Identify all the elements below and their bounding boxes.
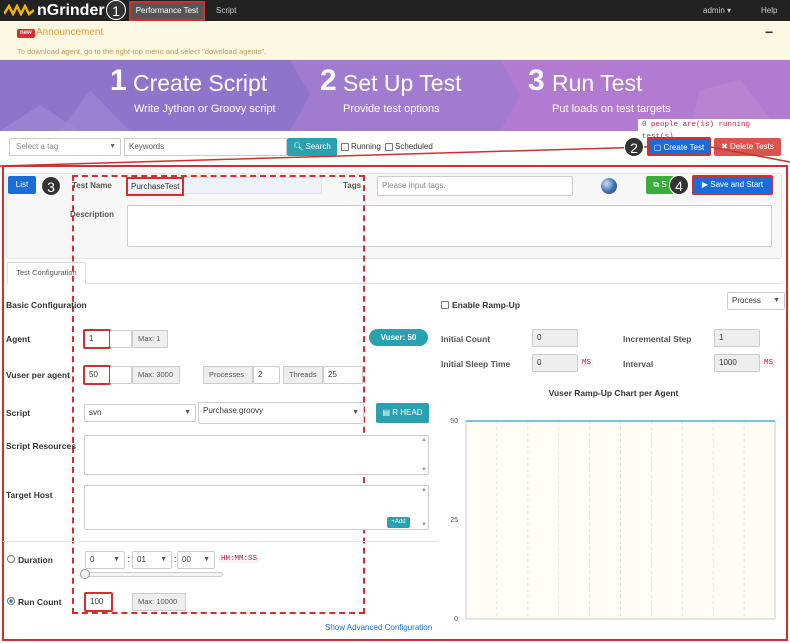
vuser-input-fill <box>110 366 132 384</box>
scroll-down-icon[interactable]: ▼ <box>421 522 427 528</box>
tags-input[interactable]: Please input tags. <box>377 176 573 196</box>
run-count-input[interactable]: 100 <box>84 592 113 612</box>
initial-count-input[interactable]: 0 <box>532 329 578 347</box>
initial-count-label: Initial Count <box>441 334 491 344</box>
script-file-value: Purchase.groovy <box>203 406 264 415</box>
chevron-down-icon: ▼ <box>773 297 780 304</box>
annotation-marker-2: 2 <box>624 137 644 157</box>
list-button[interactable]: List <box>8 176 36 194</box>
save-and-start-label: Save and Start <box>710 180 764 189</box>
r-head-label: R HEAD <box>392 408 423 417</box>
interval-unit: MS <box>762 359 776 367</box>
highlight-dashed-region <box>72 175 365 614</box>
script-resources-label: Script Resources <box>6 441 76 451</box>
vuser-per-agent-label: Vuser per agent <box>6 370 70 380</box>
initial-sleep-label: Initial Sleep Time <box>441 359 511 369</box>
rampup-mode-select[interactable]: Process ▼ <box>727 292 785 310</box>
scroll-down-icon[interactable]: ▼ <box>421 467 427 473</box>
r-head-button[interactable]: ▤ R HEAD <box>376 403 429 423</box>
scroll-up-icon[interactable]: ▲ <box>421 487 427 493</box>
duration-minutes-value: 01 <box>137 555 146 564</box>
basic-config-title: Basic Configuration <box>6 300 87 310</box>
chart-y-tick-label: 25 <box>450 517 458 524</box>
save-and-start-button[interactable]: ▶ Save and Start <box>692 175 773 195</box>
threads-input[interactable]: 25 <box>323 366 363 384</box>
threads-label: Threads <box>283 366 323 384</box>
save-schedule-label: S <box>661 180 667 189</box>
interval-label: Interval <box>623 359 654 369</box>
duration-hours-select[interactable]: 0 ▼ <box>85 551 125 569</box>
script-label: Script <box>6 408 31 418</box>
status-ball-icon <box>601 178 617 194</box>
duration-format-hint: HH:MM:SS <box>219 555 260 563</box>
chevron-down-icon: ▼ <box>113 556 120 563</box>
target-host-textarea[interactable]: ▲ ▼ <box>84 485 429 530</box>
play-icon: ▶ <box>701 180 708 189</box>
agent-input[interactable]: 1 <box>83 329 111 349</box>
processes-label: Processes <box>203 366 253 384</box>
script-file-select[interactable]: Purchase.groovy ▼ <box>198 402 364 424</box>
annotation-marker-3: 3 <box>41 176 61 196</box>
initial-sleep-input[interactable]: 0 <box>532 354 578 372</box>
vuser-input[interactable]: 50 <box>83 365 111 385</box>
agent-label: Agent <box>6 334 31 344</box>
duration-label: Duration <box>18 555 53 565</box>
chevron-down-icon: ▼ <box>352 409 359 416</box>
scroll-up-icon[interactable]: ▲ <box>421 437 427 443</box>
agent-input-fill <box>110 330 132 348</box>
run-count-radio[interactable] <box>7 597 15 605</box>
script-resources-textarea[interactable]: ▲ ▼ <box>84 435 429 475</box>
run-count-label: Run Count <box>18 597 62 607</box>
interval-input[interactable]: 1000 <box>714 354 760 372</box>
add-target-host-button[interactable]: +Add <box>387 517 410 528</box>
duration-hours-value: 0 <box>90 555 95 564</box>
rampup-mode-value: Process <box>732 296 761 305</box>
script-repo-value: svn <box>89 408 102 417</box>
chevron-down-icon: ▼ <box>184 409 191 416</box>
incremental-step-input[interactable]: 1 <box>714 329 760 347</box>
annotation-marker-1: 1 <box>106 0 126 20</box>
rampup-chart: 012302550 <box>441 406 776 622</box>
copy-icon: ⧉ <box>653 180 660 189</box>
document-icon: ▤ <box>382 408 391 417</box>
chevron-down-icon: ▼ <box>160 556 167 563</box>
incremental-step-label: Incremental Step <box>623 334 692 344</box>
vuser-max: Max: 3000 <box>132 366 180 384</box>
run-count-max: Max: 10000 <box>132 593 186 611</box>
duration-minutes-select[interactable]: 01 ▼ <box>132 551 172 569</box>
show-advanced-config-link[interactable]: Show Advanced Configuration <box>325 623 432 632</box>
chart-title: Vuser Ramp-Up Chart per Agent <box>548 388 679 398</box>
time-separator: : <box>127 554 130 564</box>
duration-seconds-select[interactable]: 00 ▼ <box>177 551 215 569</box>
duration-slider-track[interactable] <box>83 572 223 577</box>
vuser-total-badge: Vuser: 50 <box>369 329 428 346</box>
annotation-marker-4: 4 <box>669 175 689 195</box>
duration-slider-handle[interactable] <box>80 569 90 579</box>
chart-y-tick-label: 0 <box>454 616 458 622</box>
enable-rampup-checkbox[interactable] <box>441 301 449 309</box>
chart-y-tick-label: 50 <box>450 418 458 425</box>
script-repo-select[interactable]: svn ▼ <box>84 404 196 422</box>
divider <box>3 541 437 542</box>
chevron-down-icon: ▼ <box>203 556 210 563</box>
duration-seconds-value: 00 <box>182 555 191 564</box>
processes-input[interactable]: 2 <box>253 366 280 384</box>
agent-max: Max: 1 <box>132 330 168 348</box>
duration-radio[interactable] <box>7 555 15 563</box>
enable-rampup-label: Enable Ramp-Up <box>452 300 521 310</box>
target-host-label: Target Host <box>6 490 53 500</box>
initial-sleep-unit: MS <box>580 359 594 367</box>
